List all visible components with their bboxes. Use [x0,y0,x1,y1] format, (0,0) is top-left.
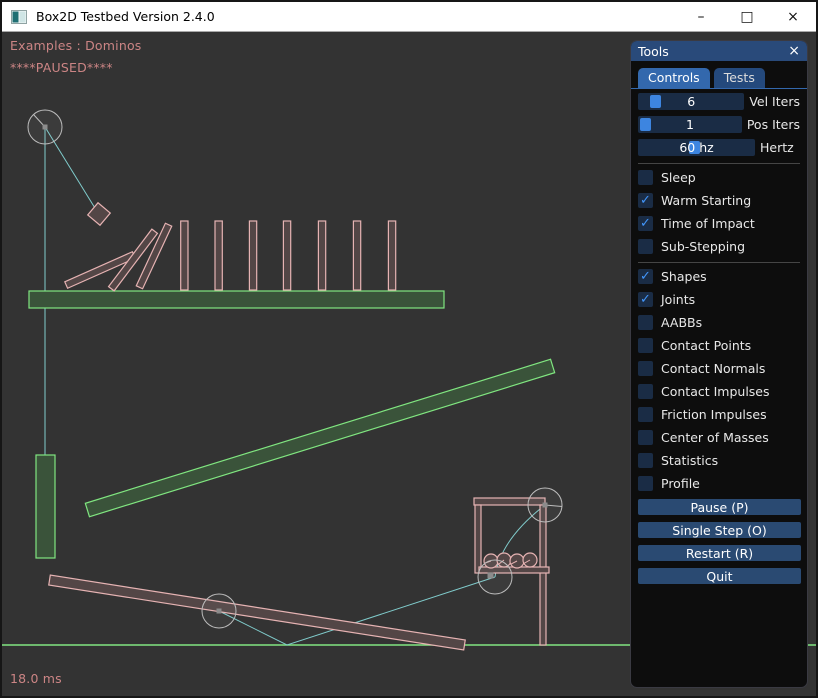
titlebar[interactable]: Box2D Testbed Version 2.4.0 – □ × [2,2,816,32]
checkbox-contact-points[interactable]: Contact Points [638,338,800,353]
tools-panel-header[interactable]: Tools × [631,41,807,61]
checkbox-box[interactable] [638,239,653,254]
checkbox-contact-normals[interactable]: Contact Normals [638,361,800,376]
separator [638,163,800,164]
checkbox-box[interactable] [638,170,653,185]
standing-domino [318,221,325,290]
checkbox-contact-impulses[interactable]: Contact Impulses [638,384,800,399]
standing-domino [181,221,188,290]
restart-button[interactable]: Restart (R) [638,545,801,561]
slider-row-pos-iters: 1 Pos Iters [638,116,800,133]
slider-label: Hertz [760,140,794,155]
lower-wheel [478,560,512,594]
checkbox-box[interactable] [638,430,653,445]
checkbox-box[interactable] [638,407,653,422]
pause-button[interactable]: Pause (P) [638,499,801,515]
tab-controls[interactable]: Controls [638,68,710,88]
checkbox-friction-impulses[interactable]: Friction Impulses [638,407,800,422]
standing-domino [353,221,360,290]
separator [638,262,800,263]
tilted-green-plank [85,359,554,516]
frame-time: 18.0 ms [10,671,62,686]
checkbox-box[interactable] [638,338,653,353]
slider-value: 6 [638,93,744,110]
checkbox-aabbs[interactable]: AABBs [638,315,800,330]
slider-value: 60 hz [638,139,755,156]
checkbox-box[interactable] [638,315,653,330]
single-step-button[interactable]: Single Step (O) [638,522,801,538]
vertical-green-bar [36,455,55,558]
check-mark: ✓ [640,194,651,207]
panel-body: 6 Vel Iters 1 Pos Iters 60 hz [631,89,807,584]
standing-domino [388,221,395,290]
checkbox-profile[interactable]: Profile [638,476,800,491]
checkbox-sub-stepping[interactable]: Sub-Stepping [638,239,800,254]
slider-row-vel-iters: 6 Vel Iters [638,93,800,110]
checkbox-time-of-impact[interactable]: ✓ Time of Impact [638,216,800,231]
slider-value: 1 [638,116,742,133]
tab-tests[interactable]: Tests [714,68,765,88]
check-mark: ✓ [640,293,651,306]
seesaw-plank [49,575,465,650]
minimize-button[interactable]: – [678,2,724,31]
slider-row-hertz: 60 hz Hertz [638,139,800,156]
tab-bar: Controls Tests [631,61,807,89]
checkbox-warm-starting[interactable]: ✓ Warm Starting [638,193,800,208]
standing-domino [249,221,256,290]
standing-domino [283,221,290,290]
checkbox-statistics[interactable]: Statistics [638,453,800,468]
platform-shelf [29,291,444,308]
app-icon [11,10,27,24]
app-window: Box2D Testbed Version 2.4.0 – □ × [0,0,818,698]
window-title: Box2D Testbed Version 2.4.0 [36,9,215,24]
checkbox-box[interactable]: ✓ [638,193,653,208]
vel-iters-slider[interactable]: 6 [638,93,744,110]
standing-domino [215,221,222,290]
checkbox-sleep[interactable]: Sleep [638,170,800,185]
pulley-circles[interactable] [28,110,562,628]
checkbox-box[interactable] [638,361,653,376]
checkbox-box[interactable]: ✓ [638,292,653,307]
hertz-slider[interactable]: 60 hz [638,139,755,156]
tools-panel: Tools × Controls Tests 6 Vel Iters [630,40,808,688]
swinging-box [88,203,111,226]
check-mark: ✓ [640,270,651,283]
quit-button[interactable]: Quit [638,568,801,584]
maximize-button[interactable]: □ [724,2,770,31]
checkbox-box[interactable]: ✓ [638,216,653,231]
check-mark: ✓ [640,217,651,230]
checkbox-joints[interactable]: ✓ Joints [638,292,800,307]
pos-iters-slider[interactable]: 1 [638,116,742,133]
paused-indicator: ****PAUSED**** [10,60,113,75]
simulation-canvas[interactable]: Examples : Dominos ****PAUSED**** 18.0 m… [2,32,816,698]
checkbox-center-of-masses[interactable]: Center of Masses [638,430,800,445]
slider-label: Pos Iters [747,117,800,132]
dynamic-bodies[interactable] [49,203,549,650]
tools-panel-title: Tools [638,44,788,59]
slider-label: Vel Iters [749,94,800,109]
checkbox-box[interactable]: ✓ [638,269,653,284]
checkbox-shapes[interactable]: ✓ Shapes [638,269,800,284]
example-label: Examples : Dominos [10,38,142,53]
checkbox-box[interactable] [638,384,653,399]
checkbox-box[interactable] [638,476,653,491]
panel-close-icon[interactable]: × [788,44,800,58]
checkbox-box[interactable] [638,453,653,468]
close-button[interactable]: × [770,2,816,31]
